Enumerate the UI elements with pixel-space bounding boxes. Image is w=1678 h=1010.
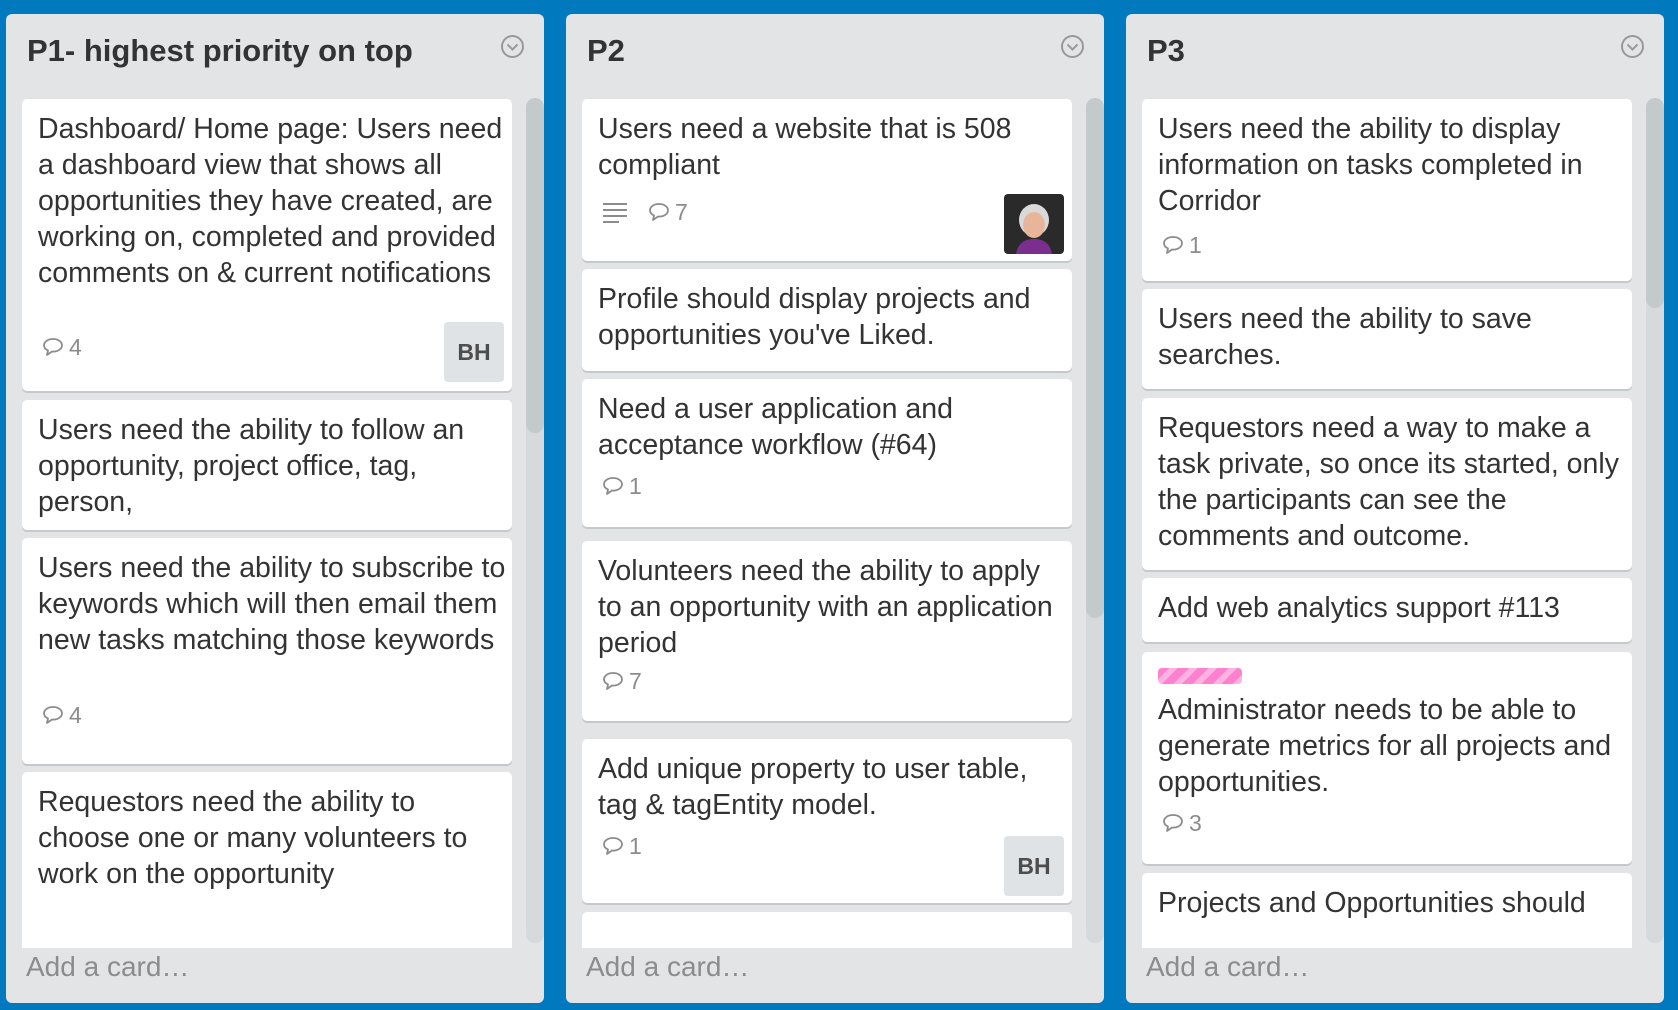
card[interactable]: Projects and Opportunities should — [1142, 873, 1632, 948]
card-title: Dashboard/ Home page: Users need a dashb… — [38, 113, 503, 289]
comment-badge: 1 — [1162, 232, 1202, 259]
card-title: Users need the ability to display inform… — [1158, 113, 1583, 217]
card-title: Volunteers need the ability to apply to … — [598, 555, 1053, 659]
comment-count: 7 — [675, 198, 688, 225]
comment-badge: 7 — [602, 668, 642, 695]
list-p1: P1- highest priority on top Dashboard/ H… — [6, 14, 544, 1003]
list-header: P2 — [566, 14, 1104, 84]
comment-badge: 1 — [602, 473, 642, 500]
cards-container: Dashboard/ Home page: Users need a dashb… — [22, 84, 514, 948]
list-p2: P2 Users need a website that is 508 comp… — [566, 14, 1104, 1003]
speech-bubble-icon — [602, 476, 624, 496]
comment-badge: 3 — [1162, 810, 1202, 837]
card-title: Profile should display projects and oppo… — [598, 283, 1031, 351]
list-header: P1- highest priority on top — [6, 14, 544, 84]
speech-bubble-icon — [1162, 813, 1184, 833]
scrollbar[interactable] — [1646, 98, 1664, 943]
chevron-down-circle-icon[interactable] — [1620, 34, 1645, 59]
card[interactable]: Users need the ability to subscribe to k… — [22, 538, 512, 764]
card-title: Add web analytics support #113 — [1158, 592, 1560, 624]
speech-bubble-icon — [42, 337, 64, 357]
add-card-button[interactable]: Add a card… — [26, 951, 189, 983]
description-lines-icon — [602, 201, 628, 223]
scrollbar-thumb[interactable] — [526, 98, 544, 433]
comment-badge: 4 — [42, 702, 82, 729]
speech-bubble-icon — [42, 705, 64, 725]
card[interactable]: Users need the ability to display inform… — [1142, 99, 1632, 281]
card[interactable]: Volunteers need the ability to apply to … — [582, 541, 1072, 721]
card-title: Requestors need a way to make a task pri… — [1158, 412, 1619, 552]
card-title: Administrator needs to be able to genera… — [1158, 694, 1612, 798]
card[interactable]: Requestors need the ability to choose on… — [22, 772, 512, 948]
cards-container: Users need the ability to display inform… — [1142, 84, 1634, 948]
card-title: Add unique property to user table, tag &… — [598, 753, 1028, 821]
comment-count: 4 — [69, 701, 82, 728]
card[interactable]: Requestors need a way to make a task pri… — [1142, 398, 1632, 570]
comment-count: 3 — [1189, 809, 1202, 836]
comment-count: 1 — [629, 472, 642, 499]
cards-container: Users need a website that is 508 complia… — [582, 84, 1074, 948]
card-title: Need a user application and acceptance w… — [598, 393, 953, 461]
list-header: P3 — [1126, 14, 1664, 84]
description-badge — [602, 201, 628, 223]
list-p3: P3 Users need the ability to display inf… — [1126, 14, 1664, 1003]
speech-bubble-icon — [602, 671, 624, 691]
member-avatar[interactable]: BH — [1004, 836, 1064, 896]
add-card-button[interactable]: Add a card… — [586, 951, 749, 983]
comment-count: 4 — [69, 333, 82, 360]
speech-bubble-icon — [648, 202, 670, 222]
card-badges: 3 — [1162, 808, 1222, 838]
speech-bubble-icon — [1162, 235, 1184, 255]
card[interactable]: Users need the ability to follow an oppo… — [22, 400, 512, 530]
card-badges: 7 — [602, 197, 708, 227]
card-label[interactable] — [1158, 668, 1242, 684]
add-card-button[interactable]: Add a card… — [1146, 951, 1309, 983]
scrollbar-thumb[interactable] — [1646, 98, 1664, 308]
scrollbar[interactable] — [526, 98, 544, 943]
card[interactable]: Add web analytics support #113 — [1142, 578, 1632, 642]
list-title[interactable]: P3 — [1147, 33, 1185, 69]
card-badges: 7 — [602, 666, 662, 696]
list-title[interactable]: P2 — [587, 33, 625, 69]
member-avatar[interactable]: BH — [444, 322, 504, 382]
scrollbar-thumb[interactable] — [1086, 98, 1104, 618]
comment-badge: 4 — [42, 334, 82, 361]
card-badges: 1 — [1162, 230, 1222, 260]
card-badges: 1 — [602, 471, 662, 501]
board: P1- highest priority on top Dashboard/ H… — [0, 0, 1678, 1010]
chevron-down-circle-icon[interactable] — [1060, 34, 1085, 59]
card-title: Projects and Opportunities should — [1158, 887, 1586, 919]
speech-bubble-icon — [602, 836, 624, 856]
card[interactable]: Need a user application and acceptance w… — [582, 379, 1072, 527]
card[interactable]: Add unique property to user table, tag &… — [582, 739, 1072, 903]
card[interactable] — [582, 912, 1072, 948]
card-badges: 4 — [42, 332, 102, 362]
card[interactable]: Profile should display projects and oppo… — [582, 269, 1072, 371]
card-title: Users need the ability to subscribe to k… — [38, 552, 506, 656]
scrollbar[interactable] — [1086, 98, 1104, 943]
member-photo-avatar[interactable] — [1004, 194, 1064, 254]
card-title: Users need a website that is 508 complia… — [598, 113, 1012, 181]
card[interactable]: Dashboard/ Home page: Users need a dashb… — [22, 99, 512, 391]
card-title: Users need the ability to save searches. — [1158, 303, 1532, 371]
chevron-down-circle-icon[interactable] — [500, 34, 525, 59]
comment-badge: 1 — [602, 833, 642, 860]
comment-count: 7 — [629, 667, 642, 694]
comment-count: 1 — [629, 832, 642, 859]
card-title: Requestors need the ability to choose on… — [38, 786, 468, 890]
card-badges: 1 — [602, 831, 662, 861]
card-badges: 4 — [42, 700, 102, 730]
card[interactable]: Users need a website that is 508 complia… — [582, 99, 1072, 261]
list-title[interactable]: P1- highest priority on top — [27, 33, 413, 69]
card[interactable]: Users need the ability to save searches. — [1142, 289, 1632, 389]
card-title: Users need the ability to follow an oppo… — [38, 414, 465, 518]
comment-count: 1 — [1189, 231, 1202, 258]
card[interactable]: Administrator needs to be able to genera… — [1142, 652, 1632, 864]
comment-badge: 7 — [648, 199, 688, 226]
